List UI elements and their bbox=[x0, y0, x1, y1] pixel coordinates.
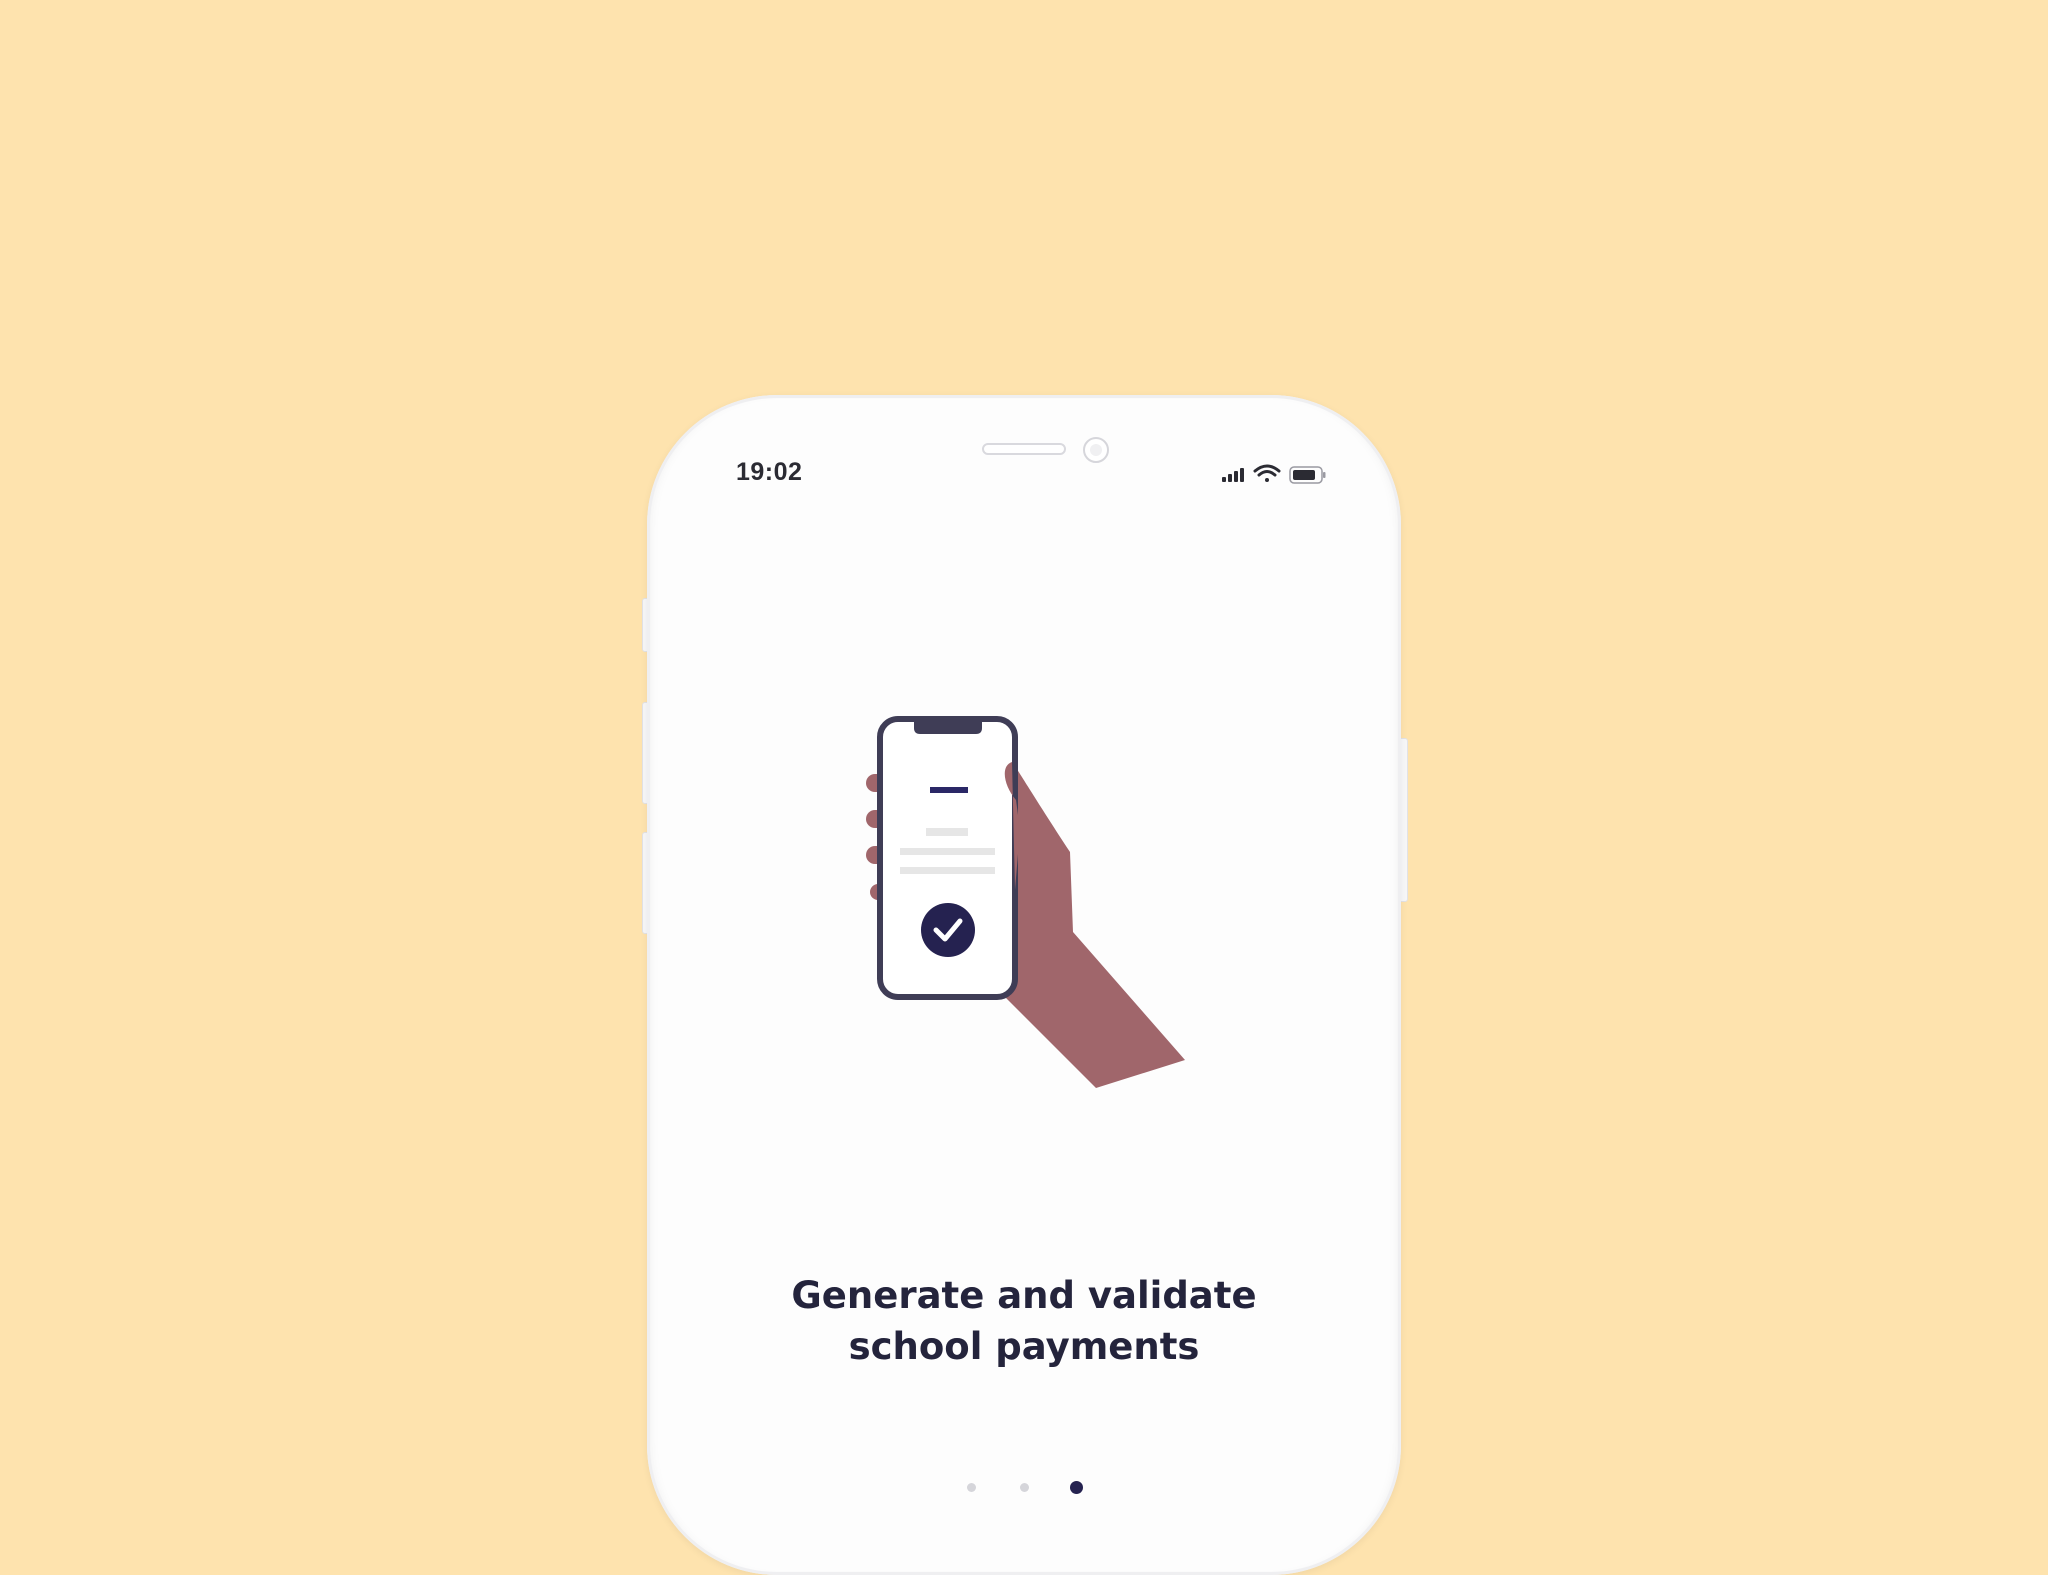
screen-line-3 bbox=[900, 867, 995, 874]
screen-line-1 bbox=[926, 828, 968, 836]
page-dot-3-active[interactable] bbox=[1070, 1481, 1083, 1494]
signal-icon bbox=[1222, 468, 1244, 482]
page-dot-2[interactable] bbox=[1020, 1483, 1029, 1492]
page-indicator bbox=[960, 1479, 1090, 1495]
battery-icon bbox=[1289, 466, 1326, 484]
wifi-icon bbox=[1253, 464, 1281, 482]
hand-holding-phone-illustration bbox=[866, 716, 1185, 1088]
status-time: 19:02 bbox=[736, 458, 803, 486]
power-button bbox=[1400, 738, 1408, 902]
arm-shape bbox=[1000, 762, 1185, 1088]
held-phone-notch bbox=[914, 720, 982, 734]
front-camera bbox=[1083, 437, 1109, 463]
check-circle-icon bbox=[921, 903, 975, 957]
headline-line-1: Generate and validate bbox=[791, 1274, 1257, 1317]
screen-title-bar bbox=[930, 787, 968, 793]
headline-line-2: school payments bbox=[848, 1325, 1200, 1368]
status-icons bbox=[1222, 464, 1326, 484]
screen-line-2 bbox=[900, 848, 995, 855]
page-dot-1[interactable] bbox=[967, 1483, 976, 1492]
earpiece-speaker bbox=[982, 443, 1066, 455]
onboarding-headline: Generate and validate school payments bbox=[704, 1270, 1344, 1372]
